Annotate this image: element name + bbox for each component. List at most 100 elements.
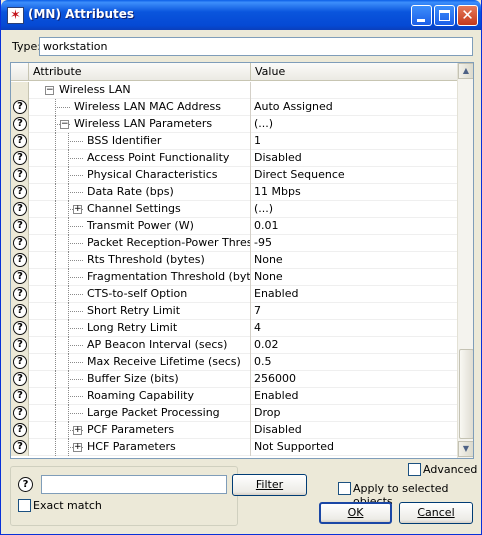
attribute-cell[interactable]: Fragmentation Threshold (bytes) <box>29 269 251 286</box>
help-icon[interactable]: ? <box>13 185 27 199</box>
value-cell[interactable]: -95 <box>252 235 456 252</box>
header-value[interactable]: Value <box>251 63 457 81</box>
ok-button[interactable]: OK <box>319 502 392 524</box>
help-icon[interactable]: ? <box>13 321 27 335</box>
help-icon[interactable]: ? <box>13 423 27 437</box>
help-icon[interactable]: ? <box>13 355 27 369</box>
value-cell[interactable]: Enabled <box>252 286 456 303</box>
table-row[interactable]: ? Access Point Functionality Disabled <box>11 150 457 167</box>
advanced-checkbox[interactable] <box>408 463 421 476</box>
help-icon[interactable]: ? <box>13 100 27 114</box>
help-icon[interactable]: ? <box>13 372 27 386</box>
value-cell[interactable]: 256000 <box>252 371 456 388</box>
help-icon[interactable]: ? <box>13 168 27 182</box>
attribute-cell[interactable]: Packet Reception-Power Threshold... <box>29 235 251 252</box>
help-icon[interactable]: ? <box>13 270 27 284</box>
table-row[interactable]: ? Large Packet Processing Drop <box>11 405 457 422</box>
value-cell[interactable]: Disabled <box>252 150 456 167</box>
help-icon[interactable]: ? <box>13 406 27 420</box>
table-row[interactable]: ? Long Retry Limit 4 <box>11 320 457 337</box>
value-cell[interactable]: 4 <box>252 320 456 337</box>
expand-icon[interactable]: + <box>73 443 82 452</box>
value-cell[interactable]: 0.5 <box>252 354 456 371</box>
table-row[interactable]: − Wireless LAN <box>11 82 457 99</box>
value-cell[interactable]: 11 Mbps <box>252 184 456 201</box>
type-field[interactable]: workstation <box>39 37 473 56</box>
value-cell[interactable]: 7 <box>252 303 456 320</box>
help-icon[interactable]: ? <box>13 389 27 403</box>
attribute-cell[interactable]: Wireless LAN MAC Address <box>29 99 251 116</box>
help-icon[interactable]: ? <box>13 219 27 233</box>
help-icon[interactable]: ? <box>13 287 27 301</box>
attribute-cell[interactable]: Rts Threshold (bytes) <box>29 252 251 269</box>
search-help-icon[interactable]: ? <box>18 477 33 492</box>
collapse-icon[interactable]: − <box>45 86 54 95</box>
scroll-up-icon[interactable]: ▲ <box>458 63 473 79</box>
value-cell[interactable]: None <box>252 269 456 286</box>
title-bar[interactable]: ✶ (MN) Attributes ✕ <box>1 0 481 30</box>
attribute-cell[interactable]: Access Point Functionality <box>29 150 251 167</box>
scroll-down-icon[interactable]: ▼ <box>458 441 473 457</box>
attribute-cell[interactable]: − Wireless LAN <box>29 82 251 99</box>
attribute-cell[interactable]: AP Beacon Interval (secs) <box>29 337 251 354</box>
attribute-cell[interactable]: + Channel Settings <box>29 201 251 218</box>
help-icon[interactable]: ? <box>13 236 27 250</box>
help-icon[interactable]: ? <box>13 253 27 267</box>
value-cell[interactable]: (...) <box>252 201 456 218</box>
scroll-thumb[interactable] <box>459 349 473 439</box>
help-icon[interactable]: ? <box>13 202 27 216</box>
vertical-scrollbar[interactable]: ▲ ▼ <box>457 63 473 458</box>
table-row[interactable]: ? BSS Identifier 1 <box>11 133 457 150</box>
help-icon[interactable]: ? <box>13 338 27 352</box>
table-row[interactable]: ? + HCF Parameters Not Supported <box>11 439 457 456</box>
table-row[interactable]: ? Buffer Size (bits) 256000 <box>11 371 457 388</box>
filter-button[interactable]: Filter <box>232 474 307 496</box>
value-cell[interactable]: Direct Sequence <box>252 167 456 184</box>
help-icon[interactable]: ? <box>13 134 27 148</box>
attribute-cell[interactable]: CTS-to-self Option <box>29 286 251 303</box>
header-attribute[interactable]: Attribute <box>29 63 251 81</box>
value-cell[interactable]: Auto Assigned <box>252 99 456 116</box>
table-row[interactable]: ? Physical Characteristics Direct Sequence <box>11 167 457 184</box>
value-cell[interactable]: Drop <box>252 405 456 422</box>
help-icon[interactable]: ? <box>13 117 27 131</box>
table-row[interactable]: ? + PCF Parameters Disabled <box>11 422 457 439</box>
exact-match-checkbox[interactable] <box>18 499 31 512</box>
value-cell[interactable]: 0.01 <box>252 218 456 235</box>
collapse-icon[interactable]: − <box>60 120 69 129</box>
table-row[interactable]: ? − Wireless LAN Parameters (...) <box>11 116 457 133</box>
exact-match-label[interactable]: Exact match <box>33 499 102 512</box>
attribute-cell[interactable]: Data Rate (bps) <box>29 184 251 201</box>
table-row[interactable]: ? Roaming Capability Enabled <box>11 388 457 405</box>
expand-icon[interactable]: + <box>73 426 82 435</box>
value-cell[interactable]: 0.02 <box>252 337 456 354</box>
advanced-label[interactable]: Advanced <box>423 463 477 476</box>
value-cell[interactable]: (...) <box>252 116 456 133</box>
header-help-column[interactable] <box>11 63 29 81</box>
value-cell[interactable]: Disabled <box>252 422 456 439</box>
attribute-cell[interactable]: Roaming Capability <box>29 388 251 405</box>
attribute-cell[interactable]: Buffer Size (bits) <box>29 371 251 388</box>
attribute-cell[interactable]: Large Packet Processing <box>29 405 251 422</box>
table-row[interactable]: ? Data Rate (bps) 11 Mbps <box>11 184 457 201</box>
attribute-cell[interactable]: Max Receive Lifetime (secs) <box>29 354 251 371</box>
table-row[interactable]: ? CTS-to-self Option Enabled <box>11 286 457 303</box>
expand-icon[interactable]: + <box>73 205 82 214</box>
table-row[interactable]: ? Fragmentation Threshold (bytes) None <box>11 269 457 286</box>
maximize-button[interactable] <box>434 5 455 26</box>
table-row[interactable]: ? Transmit Power (W) 0.01 <box>11 218 457 235</box>
table-row[interactable]: ? Short Retry Limit 7 <box>11 303 457 320</box>
attribute-cell[interactable]: + HCF Parameters <box>29 439 251 456</box>
table-row[interactable]: ? Rts Threshold (bytes) None <box>11 252 457 269</box>
value-cell[interactable]: None <box>252 252 456 269</box>
table-row[interactable]: ? Wireless LAN MAC Address Auto Assigned <box>11 99 457 116</box>
value-cell[interactable]: 1 <box>252 133 456 150</box>
value-cell[interactable] <box>252 82 456 99</box>
help-icon[interactable]: ? <box>13 440 27 454</box>
attribute-cell[interactable]: Short Retry Limit <box>29 303 251 320</box>
help-icon[interactable]: ? <box>13 151 27 165</box>
attribute-cell[interactable]: Physical Characteristics <box>29 167 251 184</box>
close-button[interactable]: ✕ <box>457 5 478 26</box>
attribute-cell[interactable]: Transmit Power (W) <box>29 218 251 235</box>
search-input[interactable] <box>41 475 227 494</box>
